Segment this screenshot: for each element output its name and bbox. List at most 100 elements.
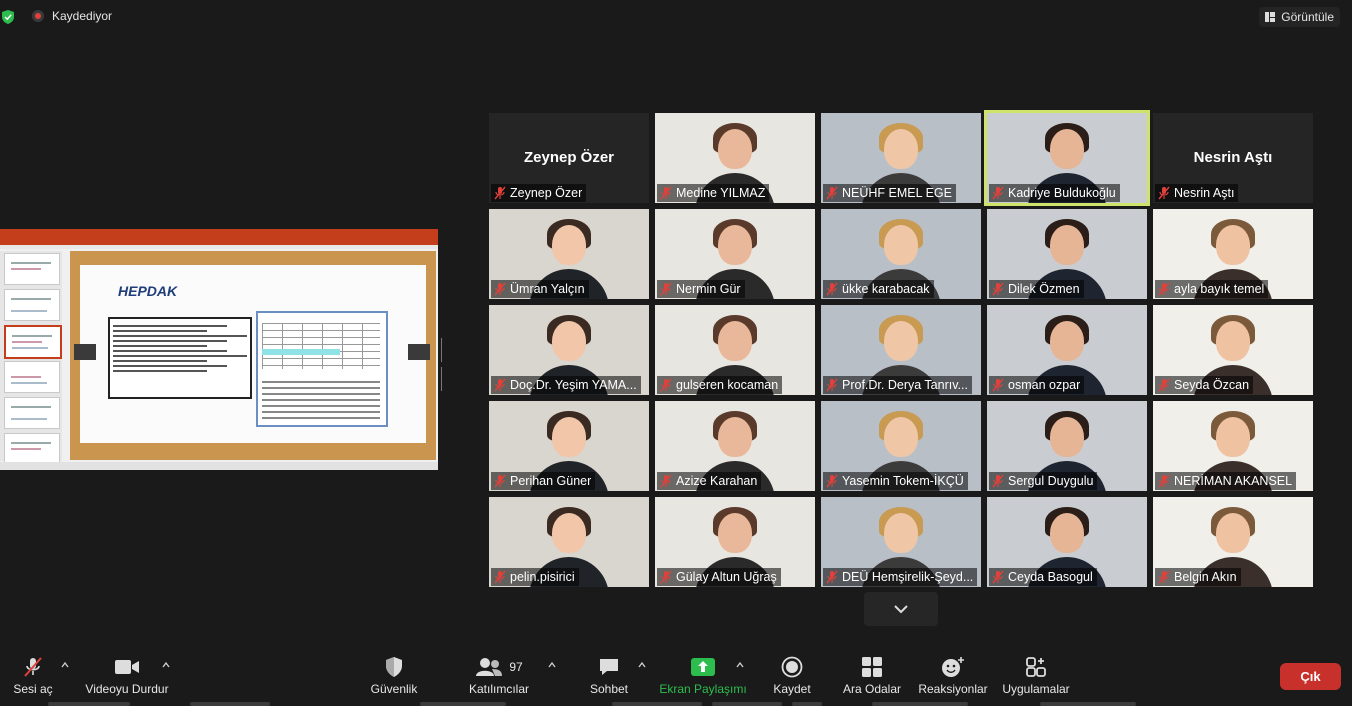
participant-name-label: DEÜ Hemşirelik-Şeyd... <box>823 568 978 586</box>
microphone-muted-icon <box>494 570 506 584</box>
split-resize-handle[interactable] <box>441 338 446 391</box>
microphone-muted-icon <box>24 657 42 677</box>
unmute-button[interactable]: Sesi aç <box>12 646 54 706</box>
participant-name-label: Kadriye Buldukoğlu <box>989 184 1120 202</box>
view-grid-icon <box>1265 12 1276 22</box>
shared-app-statusbar <box>0 462 438 470</box>
participant-name-label: gulseren kocaman <box>657 376 783 394</box>
participant-tile[interactable]: Seyda Özcan <box>1153 305 1313 395</box>
participant-tile[interactable]: Belgin Akın <box>1153 497 1313 587</box>
participant-tile[interactable]: Prof.Dr. Derya Tanrıv... <box>821 305 981 395</box>
share-screen-button[interactable]: Ekran Paylaşımı <box>658 646 748 706</box>
breakout-rooms-button[interactable]: Ara Odalar <box>842 646 902 706</box>
participant-tile[interactable]: Gülay Altun Uğraş <box>655 497 815 587</box>
participant-tile[interactable]: Ceyda Basogul <box>987 497 1147 587</box>
recording-dot-icon <box>32 10 44 22</box>
video-options-caret-icon[interactable] <box>161 660 171 670</box>
participant-tile[interactable]: Doç.Dr. Yeşim YAMA... <box>489 305 649 395</box>
participant-name-label: Prof.Dr. Derya Tanrıv... <box>823 376 972 394</box>
slide-thumbnail <box>4 433 60 465</box>
microphone-muted-icon <box>660 570 672 584</box>
participant-name-label: Doç.Dr. Yeşim YAMA... <box>491 376 641 394</box>
participant-name: NERİMAN AKANSEL <box>1174 474 1293 488</box>
security-shield-icon[interactable] <box>2 10 14 24</box>
participant-name-label: Azize Karahan <box>657 472 762 490</box>
participant-tile[interactable]: Nesrin Aştı Nesrin Aştı <box>1153 113 1313 203</box>
chat-options-caret-icon[interactable] <box>637 660 647 670</box>
participant-name-label: Gülay Altun Uğraş <box>657 568 781 586</box>
participant-name: Ceyda Basogul <box>1008 570 1093 584</box>
chat-bubble-icon <box>600 659 618 675</box>
participant-tile[interactable]: Kadriye Buldukoğlu <box>984 110 1150 206</box>
participant-name: Nesrin Aştı <box>1174 186 1235 200</box>
microphone-muted-icon <box>494 378 506 392</box>
view-button[interactable]: Görüntüle <box>1259 7 1340 27</box>
participant-tile[interactable]: Nermin Gür <box>655 209 815 299</box>
participant-tile[interactable]: pelin.pisirici <box>489 497 649 587</box>
participant-tile[interactable]: Ümran Yalçın <box>489 209 649 299</box>
slide-next-arrow[interactable] <box>408 344 430 360</box>
microphone-muted-icon <box>826 282 838 296</box>
participant-tile[interactable]: Zeynep Özer Zeynep Özer <box>489 113 649 203</box>
record-icon <box>781 656 803 678</box>
reactions-button[interactable]: Reaksiyonlar <box>918 646 988 706</box>
microphone-muted-icon <box>826 570 838 584</box>
slide-thumbnail <box>4 361 60 393</box>
shield-icon <box>386 657 402 677</box>
participant-tile[interactable]: osman ozpar <box>987 305 1147 395</box>
participant-tile[interactable]: Sergul Duygulu <box>987 401 1147 491</box>
microphone-muted-icon <box>660 474 672 488</box>
participant-name-label: Nermin Gür <box>657 280 745 298</box>
participant-tile[interactable]: NEÜHF EMEL EGE <box>821 113 981 203</box>
audio-options-caret-icon[interactable] <box>60 660 70 670</box>
security-button[interactable]: Güvenlik <box>366 646 422 706</box>
participant-tile[interactable]: Yasemin Tokem-İKÇÜ <box>821 401 981 491</box>
slide-textbox <box>108 317 252 399</box>
participant-tile[interactable]: NERİMAN AKANSEL <box>1153 401 1313 491</box>
participant-tile[interactable]: ayla bayık temel <box>1153 209 1313 299</box>
participant-tile[interactable]: ükke karabacak <box>821 209 981 299</box>
security-label: Güvenlik <box>370 682 418 696</box>
share-screen-icon <box>691 658 715 676</box>
participant-name: Zeynep Özer <box>510 186 583 200</box>
microphone-muted-icon <box>1158 474 1170 488</box>
breakout-rooms-label: Ara Odalar <box>842 682 902 696</box>
microphone-muted-icon <box>494 282 506 296</box>
slide-prev-arrow[interactable] <box>74 344 96 360</box>
participant-name: osman ozpar <box>1008 378 1081 392</box>
smiley-add-icon <box>942 657 964 677</box>
participant-tile[interactable]: Medine YILMAZ <box>655 113 815 203</box>
reactions-label: Reaksiyonlar <box>918 682 988 696</box>
participants-count: 97 <box>509 660 523 674</box>
record-button[interactable]: Kaydet <box>770 646 814 706</box>
recording-label: Kaydediyor <box>52 9 113 23</box>
shared-screen[interactable]: HEPDAK <box>0 229 438 470</box>
microphone-muted-icon <box>1158 282 1170 296</box>
microphone-muted-icon <box>826 474 838 488</box>
slide-logo: HEPDAK <box>118 283 178 299</box>
participant-tile[interactable]: DEÜ Hemşirelik-Şeyd... <box>821 497 981 587</box>
participants-options-caret-icon[interactable] <box>547 660 557 670</box>
slide-thumbnail <box>4 289 60 321</box>
participant-name-label: Ümran Yalçın <box>491 280 589 298</box>
participant-tile[interactable]: gulseren kocaman <box>655 305 815 395</box>
participant-name-label: ayla bayık temel <box>1155 280 1269 298</box>
participant-name: Perihan Güner <box>510 474 592 488</box>
participants-label: Katılımcılar <box>468 682 529 696</box>
participant-tile[interactable]: Dilek Özmen <box>987 209 1147 299</box>
participant-tile[interactable]: Azize Karahan <box>655 401 815 491</box>
participant-name-label: Ceyda Basogul <box>989 568 1097 586</box>
chat-button[interactable]: Sohbet <box>586 646 632 706</box>
stop-video-button[interactable]: Videoyu Durdur <box>82 646 172 706</box>
microphone-muted-icon <box>494 186 506 200</box>
gallery-next-page-button[interactable] <box>864 592 938 626</box>
share-options-caret-icon[interactable] <box>735 660 745 670</box>
recording-indicator[interactable]: Kaydediyor <box>32 9 112 23</box>
participant-tile[interactable]: Perihan Güner <box>489 401 649 491</box>
apps-button[interactable]: Uygulamalar <box>1000 646 1072 706</box>
leave-meeting-button[interactable]: Çık <box>1280 663 1341 690</box>
participants-button[interactable]: 97 Katılımcılar <box>466 646 532 706</box>
share-screen-label: Ekran Paylaşımı <box>659 682 747 696</box>
chat-label: Sohbet <box>589 682 629 696</box>
participant-name: Ümran Yalçın <box>510 282 585 296</box>
